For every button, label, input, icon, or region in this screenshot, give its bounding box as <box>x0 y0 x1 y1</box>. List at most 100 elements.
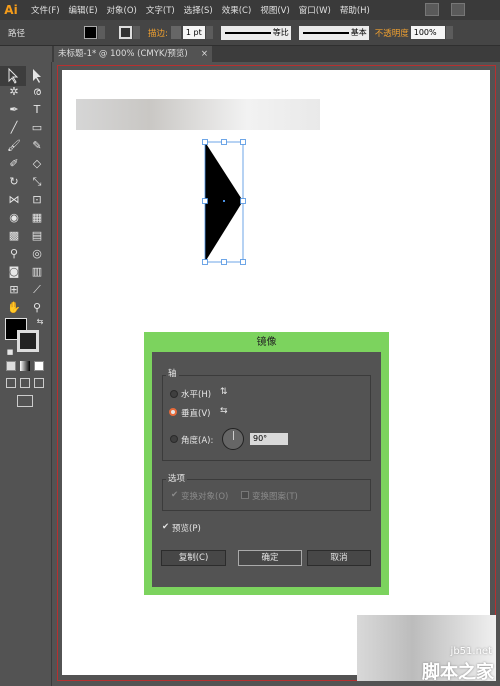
angle-radio[interactable] <box>170 435 178 443</box>
vertical-radio[interactable] <box>169 408 177 416</box>
preview-checkbox[interactable]: ✔ <box>162 522 169 532</box>
blob-brush-icon[interactable]: ✐ <box>7 157 21 171</box>
fill-dropdown-icon[interactable] <box>98 26 105 39</box>
angle-field[interactable]: 90° <box>250 433 288 445</box>
stroke-weight-dropdown-icon[interactable] <box>205 26 213 39</box>
stroke-label[interactable]: 描边: <box>148 27 168 39</box>
watermark: jb51.net 脚本之家 <box>398 646 498 684</box>
menu-file[interactable]: 文件(F) <box>31 4 60 16</box>
width-tool-icon[interactable]: ⋈ <box>7 193 21 207</box>
ok-button[interactable]: 确定 <box>238 550 302 566</box>
symbol-sprayer-icon[interactable]: ◙ <box>7 265 21 279</box>
stroke-stepper[interactable] <box>170 26 181 39</box>
draw-inside-icon[interactable] <box>34 378 44 388</box>
pencil-icon[interactable]: ✎ <box>30 139 44 153</box>
menu-view[interactable]: 视图(V) <box>260 4 289 16</box>
rectangle-tool-icon[interactable]: ▭ <box>30 121 44 135</box>
scale-tool-icon[interactable]: ⤡ <box>30 175 44 189</box>
screen-mode-icon[interactable] <box>17 395 33 407</box>
eraser-icon[interactable]: ◇ <box>30 157 44 171</box>
stroke-weight-field[interactable]: 1 pt <box>182 26 205 39</box>
type-tool-icon[interactable]: T <box>30 103 44 117</box>
brush-definition[interactable]: 基本 <box>298 25 369 40</box>
angle-dial[interactable] <box>222 428 244 450</box>
line-tool-icon[interactable]: ╱ <box>7 121 21 135</box>
watermark-name: 脚本之家 <box>422 662 494 683</box>
draw-normal-icon[interactable] <box>6 378 16 388</box>
selection-type-label: 路径 <box>8 28 26 39</box>
horizontal-label[interactable]: 水平(H) <box>181 388 211 400</box>
stroke-color-icon[interactable] <box>17 330 39 352</box>
opacity-field[interactable]: 100% <box>410 26 445 39</box>
selected-triangle-shape[interactable] <box>200 138 248 266</box>
preview-label[interactable]: 预览(P) <box>172 522 201 534</box>
none-mode-icon[interactable] <box>34 361 44 371</box>
hand-tool-icon[interactable]: ✋ <box>7 301 21 315</box>
document-tab-bar: 未标题-1* @ 100% (CMYK/预览) × <box>52 46 500 62</box>
menu-object[interactable]: 对象(O) <box>107 4 137 16</box>
transform-patterns-checkbox[interactable] <box>241 491 249 499</box>
opacity-dropdown-icon[interactable] <box>445 26 453 39</box>
swap-colors-icon[interactable]: ⇆ <box>33 315 47 329</box>
vertical-label[interactable]: 垂直(V) <box>181 407 210 419</box>
document-tab[interactable]: 未标题-1* @ 100% (CMYK/预览) × <box>54 46 212 62</box>
pen-tool-icon[interactable]: ✒ <box>7 103 21 117</box>
watermark-url: jb51.net <box>450 646 492 657</box>
slice-tool-icon[interactable]: ⟋ <box>30 283 44 297</box>
eyedropper-icon[interactable]: ⚲ <box>7 247 21 261</box>
free-transform-icon[interactable]: ⊡ <box>30 193 44 207</box>
vertical-axis-icon: ⇆ <box>220 406 228 416</box>
perspective-grid-icon[interactable]: ▦ <box>30 211 44 225</box>
angle-label[interactable]: 角度(A): <box>181 434 213 446</box>
magic-wand-icon[interactable]: ✲ <box>7 85 21 99</box>
lasso-icon[interactable]: ര <box>30 85 44 99</box>
mesh-tool-icon[interactable]: ▩ <box>7 229 21 243</box>
graph-tool-icon[interactable]: ▥ <box>30 265 44 279</box>
draw-behind-icon[interactable] <box>20 378 30 388</box>
brush-label: 基本 <box>348 26 367 38</box>
gradient-mode-icon[interactable] <box>20 361 30 371</box>
shape-builder-icon[interactable]: ◉ <box>7 211 21 225</box>
stroke-swatch[interactable] <box>119 26 132 39</box>
options-group-label: 选项 <box>166 472 188 484</box>
selection-tool-icon[interactable] <box>7 67 21 81</box>
gradient-rectangle[interactable] <box>76 99 320 130</box>
color-mode-icon[interactable] <box>6 361 16 371</box>
profile-label: 等比 <box>270 26 289 38</box>
menu-help[interactable]: 帮助(H) <box>340 4 370 16</box>
menu-type[interactable]: 文字(T) <box>146 4 175 16</box>
blend-tool-icon[interactable]: ◎ <box>30 247 44 261</box>
artboard-tool-icon[interactable]: ⊞ <box>7 283 21 297</box>
document-tab-title: 未标题-1* @ 100% (CMYK/预览) <box>58 49 188 59</box>
direct-selection-tool-icon[interactable] <box>30 67 44 81</box>
transform-objects-checkbox[interactable]: ✔ <box>171 490 178 500</box>
variable-width-profile[interactable]: 等比 <box>220 25 291 40</box>
dialog-title: 镜像 <box>256 337 277 348</box>
menu-window[interactable]: 窗口(W) <box>299 4 331 16</box>
control-bar: 路径 描边: 1 pt 等比 基本 不透明度 100% <box>0 20 500 46</box>
fill-swatch[interactable] <box>84 26 97 39</box>
zoom-tool-icon[interactable]: ⚲ <box>30 301 44 315</box>
menu-effect[interactable]: 效果(C) <box>222 4 252 16</box>
stroke-dropdown-icon[interactable] <box>133 26 140 39</box>
axis-group-label: 轴 <box>166 367 179 379</box>
app-logo: Ai <box>4 3 18 17</box>
gradient-tool-icon[interactable]: ▤ <box>30 229 44 243</box>
cancel-button[interactable]: 取消 <box>307 550 371 566</box>
close-icon[interactable]: × <box>201 46 208 62</box>
transform-objects-label[interactable]: 变换对象(O) <box>181 490 228 502</box>
menu-bar: Ai 文件(F) 编辑(E) 对象(O) 文字(T) 选择(S) 效果(C) 视… <box>0 0 500 20</box>
menu-edit[interactable]: 编辑(E) <box>69 4 98 16</box>
horizontal-radio[interactable] <box>170 390 178 398</box>
tools-panel: ✲ ര ✒ T ╱ ▭ 🖌 ✎ ✐ ◇ ↻ ⤡ ⋈ ⊡ ◉ ▦ ▩ ▤ ⚲ ◎ … <box>0 62 52 686</box>
opacity-label[interactable]: 不透明度 <box>375 27 409 39</box>
rotate-tool-icon[interactable]: ↻ <box>7 175 21 189</box>
menu-select[interactable]: 选择(S) <box>184 4 213 16</box>
workspace-icon[interactable] <box>451 3 465 16</box>
horizontal-axis-icon: ⇅ <box>220 387 228 397</box>
transform-patterns-label[interactable]: 变换图案(T) <box>252 490 298 502</box>
bridge-icon[interactable] <box>425 3 439 16</box>
paintbrush-icon[interactable]: 🖌 <box>7 139 21 153</box>
default-colors-icon[interactable]: ■ <box>3 345 17 359</box>
copy-button[interactable]: 复制(C) <box>161 550 226 566</box>
